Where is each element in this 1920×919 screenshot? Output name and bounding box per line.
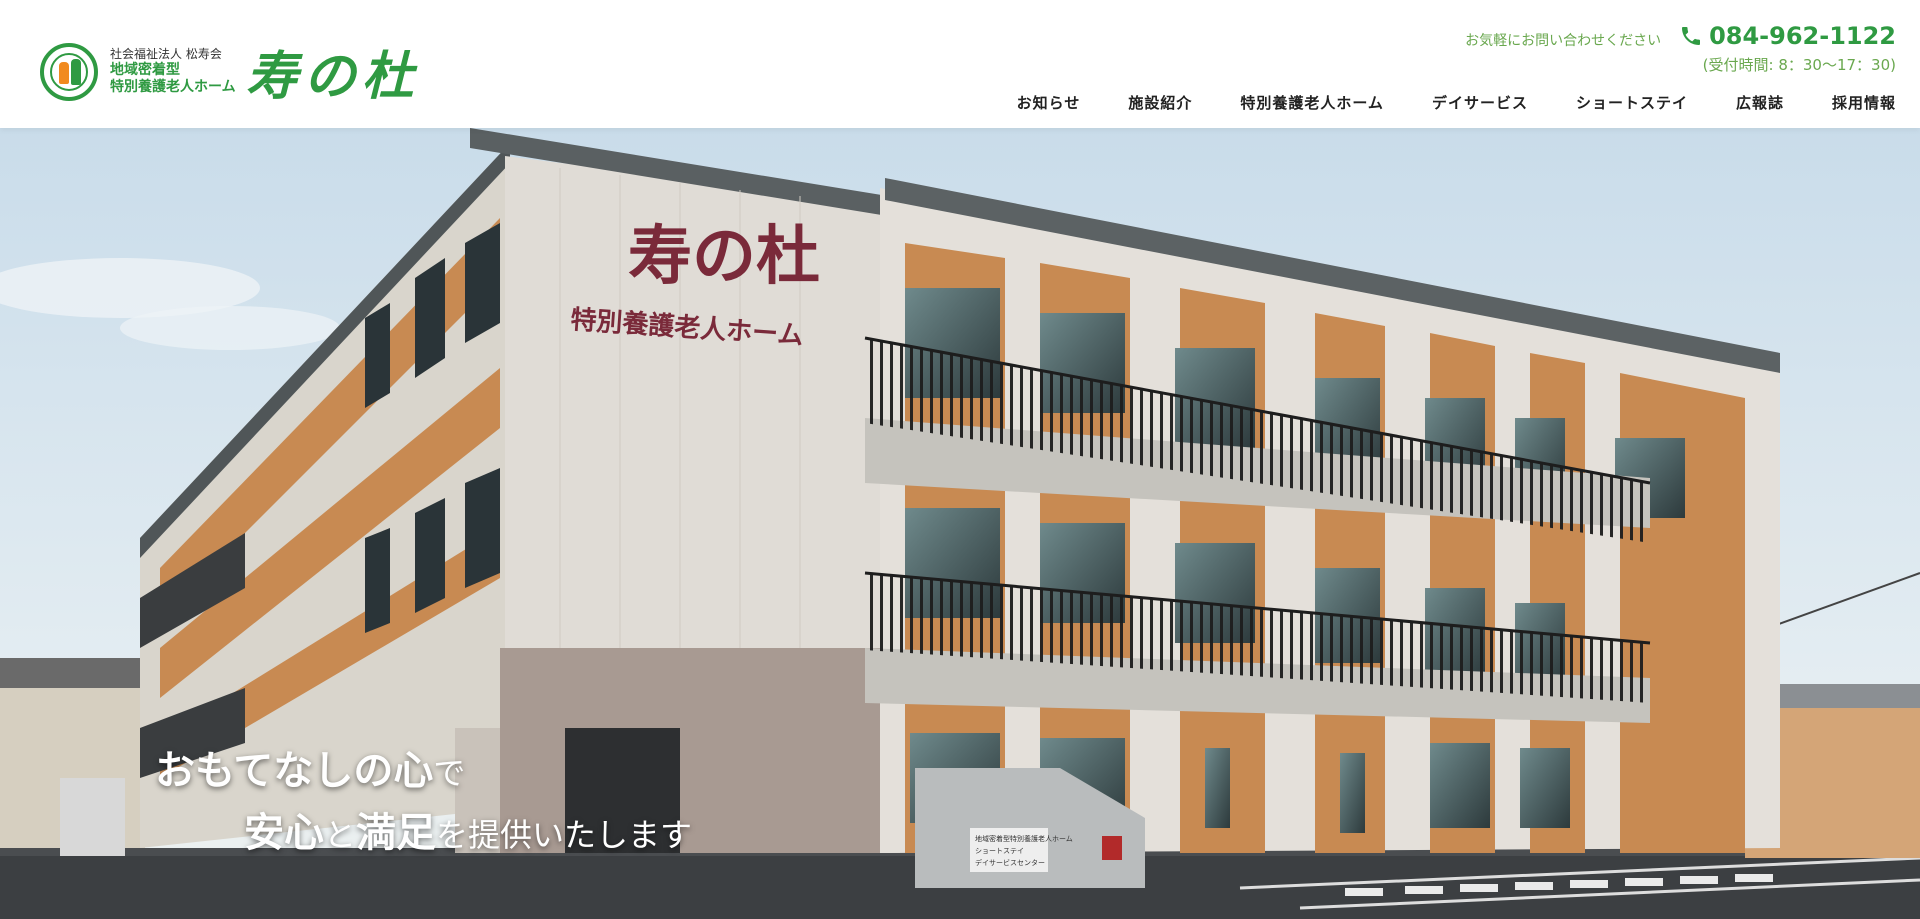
phone-icon	[1682, 27, 1701, 45]
nav-item-facility[interactable]: 施設紹介	[1128, 92, 1192, 113]
phone-link[interactable]: 084-962-1122	[1679, 22, 1896, 50]
nav-item-nursing-home[interactable]: 特別養護老人ホーム	[1240, 92, 1384, 113]
catch-anshin: 安心	[244, 810, 324, 856]
logo-text: 社会福祉法人 松寿会 地域密着型 特別養護老人ホーム	[110, 47, 236, 97]
facility-type-2: 特別養護老人ホーム	[110, 79, 236, 95]
catch-de: で	[433, 754, 466, 792]
logo-emblem-icon	[40, 42, 98, 101]
contact-prompt: お気軽にお問い合わせください	[1465, 33, 1662, 49]
catch-no: の	[353, 748, 394, 794]
nav-item-day-service[interactable]: デイサービス	[1432, 92, 1528, 113]
monument-line-2: ショートステイ	[975, 847, 1024, 855]
phone-number: 084-962-1122	[1709, 22, 1896, 50]
catch-to: と	[324, 816, 357, 854]
hero-catchphrase-line-1: おもてなしの心で	[155, 738, 465, 796]
catch-kokoro: 心	[393, 748, 434, 794]
hero-image: 寿の杜 特別養護老人ホーム 地域密着型特別養護老人ホーム ショートステイ デイサ…	[0, 128, 1920, 919]
monument-line-1: 地域密着型特別養護老人ホーム	[975, 834, 1073, 843]
nav-item-recruit[interactable]: 採用情報	[1832, 92, 1896, 113]
business-hours: (受付時間: 8：30〜17：30)	[1702, 56, 1896, 74]
org-label: 社会福祉法人 松寿会	[110, 46, 222, 61]
site-header: 社会福祉法人 松寿会 地域密着型 特別養護老人ホーム 寿の杜 お気軽にお問い合わ…	[0, 0, 1920, 128]
site-logo[interactable]: 社会福祉法人 松寿会 地域密着型 特別養護老人ホーム 寿の杜	[40, 34, 420, 109]
building-sign-main: 寿の杜	[628, 219, 820, 294]
catch-manzoku: 満足	[356, 810, 437, 856]
catch-teikyou: を提供いたします	[436, 816, 693, 854]
nav-item-news[interactable]: お知らせ	[1017, 92, 1081, 113]
contact-block: お気軽にお問い合わせください 084-962-1122 (受付時間: 8：30〜…	[1465, 22, 1896, 75]
nav-item-newsletter[interactable]: 広報誌	[1736, 92, 1784, 113]
monument-line-3: デイサービスセンター	[975, 858, 1045, 867]
nav-item-short-stay[interactable]: ショートステイ	[1576, 92, 1688, 113]
hero-catchphrase-line-2: 安心と満足を提供いたします	[244, 800, 692, 858]
catch-omotenashi: おもてなし	[155, 748, 354, 794]
logo-script: 寿の杜	[245, 46, 420, 107]
main-nav: お知らせ 施設紹介 特別養護老人ホーム デイサービス ショートステイ 広報誌 採…	[969, 92, 1896, 113]
facility-type-1: 地域密着型	[110, 61, 180, 78]
